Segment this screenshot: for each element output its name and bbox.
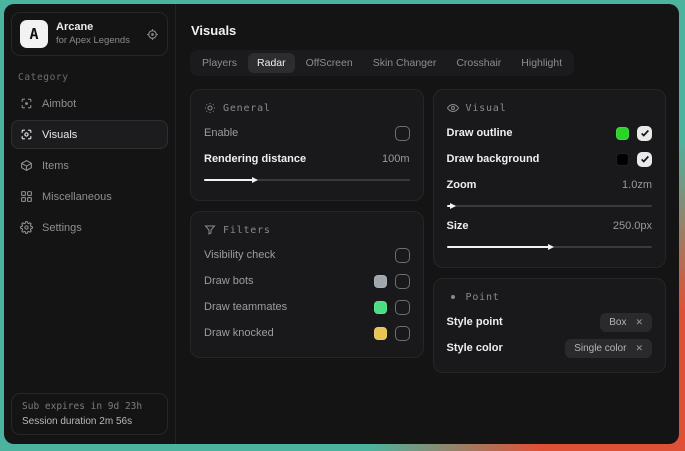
sidebar-item-settings[interactable]: Settings [11,213,168,242]
close-icon[interactable]: ✕ [635,317,643,328]
visibility-check-label: Visibility check [204,249,275,261]
sidebar-item-label: Aimbot [42,98,76,110]
general-card: General Enable Rendering distance 100m [190,89,424,201]
sidebar-nav: Aimbot Visuals Items [4,89,175,242]
sun-icon [204,102,216,114]
sidebar-item-aimbot[interactable]: Aimbot [11,89,168,118]
style-color-chip[interactable]: Single color ✕ [565,339,652,358]
sidebar-item-visuals[interactable]: Visuals [11,120,168,149]
gear-icon [20,221,33,234]
draw-teammates-checkbox[interactable] [395,300,410,315]
app-header: A Arcane for Apex Legends [11,12,168,56]
slider-fill [447,205,451,207]
category-label: Category [18,72,175,83]
size-slider[interactable] [447,246,653,248]
draw-knocked-label: Draw knocked [204,327,274,339]
session-duration-text: Session duration 2m 56s [22,416,157,427]
sub-expires-text: Sub expires in 9d 23h [22,401,157,412]
close-icon[interactable]: ✕ [635,343,643,354]
draw-knocked-color-swatch[interactable] [374,327,387,340]
funnel-icon [204,224,216,236]
app-names: Arcane for Apex Legends [56,21,138,47]
style-point-label: Style point [447,316,503,328]
filters-card: Filters Visibility check Draw bots [190,211,424,358]
visibility-check-checkbox[interactable] [395,248,410,263]
section-title: General [223,103,271,114]
rendering-distance-value: 100m [382,153,410,165]
sidebar-item-label: Items [42,160,69,172]
draw-background-color-swatch[interactable] [616,153,629,166]
draw-outline-checkbox[interactable] [637,126,652,141]
eye-icon [447,102,459,114]
grid-icon [20,190,33,203]
tab-skin-changer[interactable]: Skin Changer [364,53,446,73]
rendering-distance-label: Rendering distance [204,153,306,165]
size-value: 250.0px [613,220,652,232]
app-logo: A [20,20,48,48]
sidebar-item-label: Miscellaneous [42,191,112,203]
slider-fill [204,179,253,181]
sidebar-item-items[interactable]: Items [11,151,168,180]
draw-background-checkbox[interactable] [637,152,652,167]
rendering-distance-slider[interactable] [204,179,410,181]
target-icon[interactable] [146,28,159,41]
point-card: Point Style point Box ✕ Style color Sing… [433,278,667,373]
style-point-chip[interactable]: Box ✕ [600,313,652,332]
draw-teammates-label: Draw teammates [204,301,287,313]
chip-label: Single color [574,343,626,354]
zoom-slider[interactable] [447,205,653,207]
style-color-label: Style color [447,342,503,354]
sidebar-item-label: Settings [42,222,82,234]
tab-offscreen[interactable]: OffScreen [297,53,362,73]
app-title: Arcane [56,21,138,34]
zoom-label: Zoom [447,179,477,191]
draw-outline-label: Draw outline [447,127,513,139]
dot-icon [447,291,459,303]
draw-teammates-color-swatch[interactable] [374,301,387,314]
draw-bots-label: Draw bots [204,275,254,287]
page-title: Visuals [191,23,666,38]
app-subtitle: for Apex Legends [56,36,138,47]
section-title: Visual [466,103,507,114]
tab-bar: Players Radar OffScreen Skin Changer Cro… [190,50,574,76]
main-panel: Visuals Players Radar OffScreen Skin Cha… [176,4,679,444]
draw-knocked-checkbox[interactable] [395,326,410,341]
section-title: Filters [223,225,271,236]
tab-players[interactable]: Players [193,53,246,73]
draw-outline-color-swatch[interactable] [616,127,629,140]
tab-highlight[interactable]: Highlight [512,53,571,73]
draw-bots-checkbox[interactable] [395,274,410,289]
zoom-value: 1.0zm [622,179,652,191]
sidebar-item-label: Visuals [42,129,77,141]
sidebar-item-miscellaneous[interactable]: Miscellaneous [11,182,168,211]
app-window: A Arcane for Apex Legends Category [4,4,679,444]
enable-checkbox[interactable] [395,126,410,141]
enable-label: Enable [204,127,238,139]
chip-label: Box [609,317,626,328]
section-title: Point [466,292,500,303]
size-label: Size [447,220,469,232]
box-icon [20,159,33,172]
slider-fill [447,246,550,248]
sidebar: A Arcane for Apex Legends Category [4,4,176,444]
draw-background-label: Draw background [447,153,540,165]
tab-radar[interactable]: Radar [248,53,295,73]
tab-crosshair[interactable]: Crosshair [447,53,510,73]
session-info-box: Sub expires in 9d 23h Session duration 2… [11,393,168,435]
draw-bots-color-swatch[interactable] [374,275,387,288]
visual-card: Visual Draw outline Draw background [433,89,667,268]
crosshair-icon [20,97,33,110]
scan-eye-icon [20,128,33,141]
